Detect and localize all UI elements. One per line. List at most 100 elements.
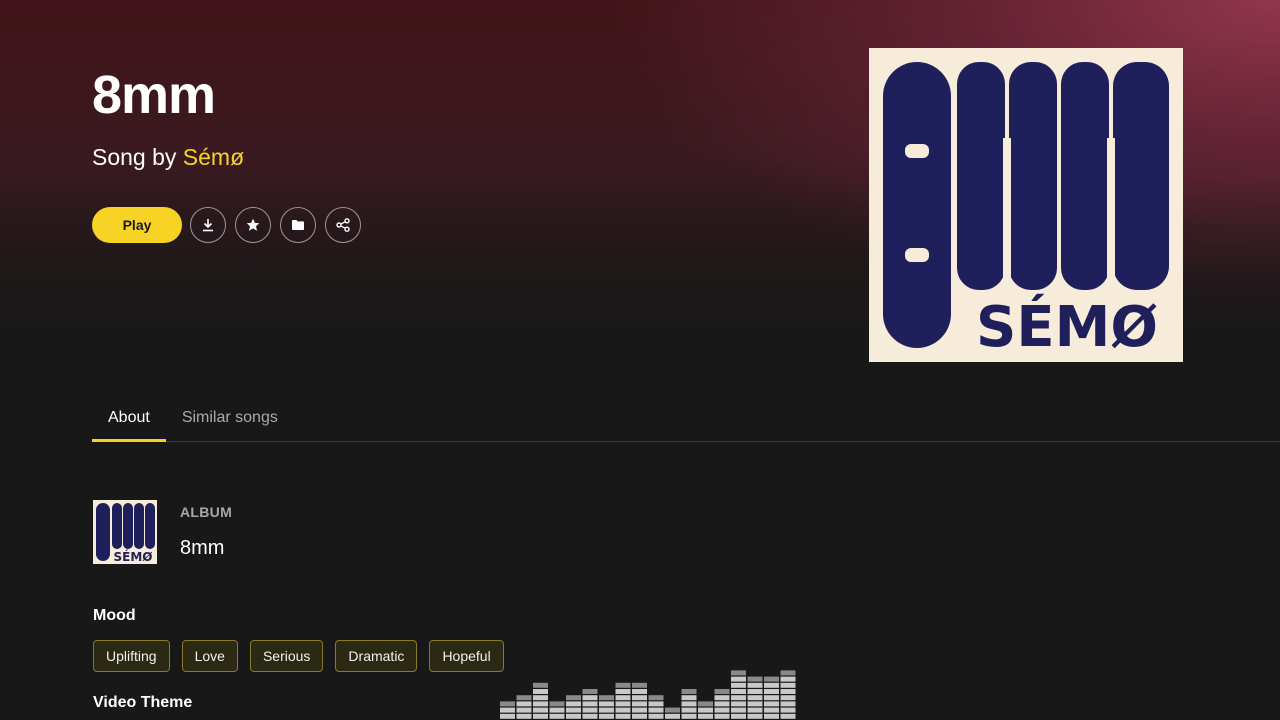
equalizer-block bbox=[731, 701, 746, 707]
equalizer-block bbox=[582, 707, 598, 713]
favorite-button[interactable] bbox=[235, 207, 271, 243]
equalizer-block bbox=[764, 713, 779, 719]
equalizer-block bbox=[632, 689, 647, 694]
equalizer-block bbox=[714, 713, 730, 719]
equalizer-block bbox=[500, 701, 515, 707]
equalizer-block bbox=[615, 713, 631, 719]
equalizer-block bbox=[533, 682, 548, 688]
mood-tag[interactable]: Uplifting bbox=[93, 640, 170, 672]
equalizer-block bbox=[632, 695, 647, 701]
album-label: ALBUM bbox=[180, 504, 233, 520]
album-thumbnail[interactable]: SÉMØ bbox=[93, 500, 157, 564]
mood-heading: Mood bbox=[93, 607, 136, 624]
equalizer-block bbox=[714, 695, 730, 701]
equalizer-block bbox=[566, 713, 581, 719]
equalizer-block bbox=[516, 713, 532, 719]
play-button[interactable]: Play bbox=[92, 207, 182, 243]
equalizer-block bbox=[764, 701, 779, 707]
equalizer-block bbox=[566, 707, 581, 713]
action-bar: Play bbox=[92, 207, 361, 243]
equalizer-block bbox=[615, 695, 631, 701]
equalizer-block bbox=[681, 713, 697, 719]
equalizer-block bbox=[648, 707, 664, 713]
album-name-link[interactable]: 8mm bbox=[180, 537, 224, 560]
download-icon bbox=[203, 219, 213, 232]
equalizer-block bbox=[764, 689, 779, 694]
equalizer-block bbox=[764, 695, 779, 701]
equalizer-block bbox=[582, 701, 598, 707]
equalizer-block bbox=[582, 689, 598, 694]
album-cover-art: SÉMØ bbox=[869, 48, 1183, 362]
equalizer-block bbox=[747, 689, 763, 694]
equalizer-block bbox=[747, 695, 763, 701]
download-button[interactable] bbox=[190, 207, 226, 243]
equalizer-block bbox=[681, 695, 697, 701]
tab-bar: About Similar songs bbox=[92, 398, 1280, 442]
equalizer-block bbox=[764, 676, 779, 682]
equalizer-block bbox=[780, 682, 796, 688]
equalizer-block bbox=[665, 707, 680, 713]
equalizer-block bbox=[599, 713, 614, 719]
equalizer-block bbox=[731, 670, 746, 676]
equalizer-block bbox=[615, 682, 631, 688]
mood-tags: Uplifting Love Serious Dramatic Hopeful bbox=[93, 640, 516, 672]
equalizer-block bbox=[731, 707, 746, 713]
equalizer-block bbox=[533, 701, 548, 707]
equalizer-block bbox=[731, 682, 746, 688]
equalizer-block bbox=[731, 713, 746, 719]
equalizer-block bbox=[632, 682, 647, 688]
equalizer-block bbox=[632, 701, 647, 707]
share-button[interactable] bbox=[325, 207, 361, 243]
equalizer-block bbox=[731, 676, 746, 682]
add-to-folder-button[interactable] bbox=[280, 207, 316, 243]
equalizer-block bbox=[780, 676, 796, 682]
folder-icon bbox=[292, 220, 304, 230]
equalizer-block bbox=[780, 670, 796, 676]
equalizer-block bbox=[764, 707, 779, 713]
video-theme-heading: Video Theme bbox=[93, 694, 193, 711]
mood-tag[interactable]: Serious bbox=[249, 640, 324, 672]
star-icon bbox=[246, 218, 260, 231]
equalizer-block bbox=[599, 707, 614, 713]
equalizer-block bbox=[549, 713, 565, 719]
mood-tag[interactable]: Dramatic bbox=[335, 640, 418, 672]
equalizer-block bbox=[615, 689, 631, 694]
equalizer-block bbox=[681, 689, 697, 694]
equalizer-block bbox=[698, 701, 713, 707]
equalizer-block bbox=[731, 695, 746, 701]
thumb-artist-text: SÉMØ bbox=[114, 549, 153, 564]
equalizer-block bbox=[533, 707, 548, 713]
tab-similar-songs[interactable]: Similar songs bbox=[166, 398, 294, 441]
equalizer-block bbox=[681, 707, 697, 713]
cover-artwork: SÉMØ bbox=[883, 62, 1169, 360]
equalizer-block bbox=[549, 701, 565, 707]
equalizer-block bbox=[714, 707, 730, 713]
song-subtitle: Song by Sémø bbox=[92, 143, 244, 171]
tab-about[interactable]: About bbox=[92, 398, 166, 442]
equalizer-block bbox=[632, 713, 647, 719]
equalizer-block bbox=[747, 707, 763, 713]
equalizer-block bbox=[500, 707, 515, 713]
equalizer-block bbox=[566, 695, 581, 701]
equalizer-block bbox=[549, 707, 565, 713]
equalizer-block bbox=[599, 695, 614, 701]
equalizer-block bbox=[516, 707, 532, 713]
equalizer-block bbox=[582, 713, 598, 719]
equalizer-block bbox=[648, 695, 664, 701]
equalizer-block bbox=[681, 701, 697, 707]
equalizer-block bbox=[747, 682, 763, 688]
artist-link[interactable]: Sémø bbox=[183, 144, 244, 170]
equalizer-block bbox=[780, 713, 796, 719]
mood-tag[interactable]: Hopeful bbox=[429, 640, 504, 672]
equalizer-block bbox=[566, 701, 581, 707]
mood-tag[interactable]: Love bbox=[181, 640, 238, 672]
equalizer-block bbox=[500, 713, 515, 719]
equalizer-block bbox=[648, 713, 664, 719]
equalizer-block bbox=[665, 713, 680, 719]
equalizer-block bbox=[632, 707, 647, 713]
subtitle-prefix: Song by bbox=[92, 144, 183, 170]
album-thumbnail-art: SÉMØ bbox=[96, 503, 155, 564]
equalizer-block bbox=[747, 701, 763, 707]
equalizer-block bbox=[533, 695, 548, 701]
equalizer-block bbox=[698, 707, 713, 713]
